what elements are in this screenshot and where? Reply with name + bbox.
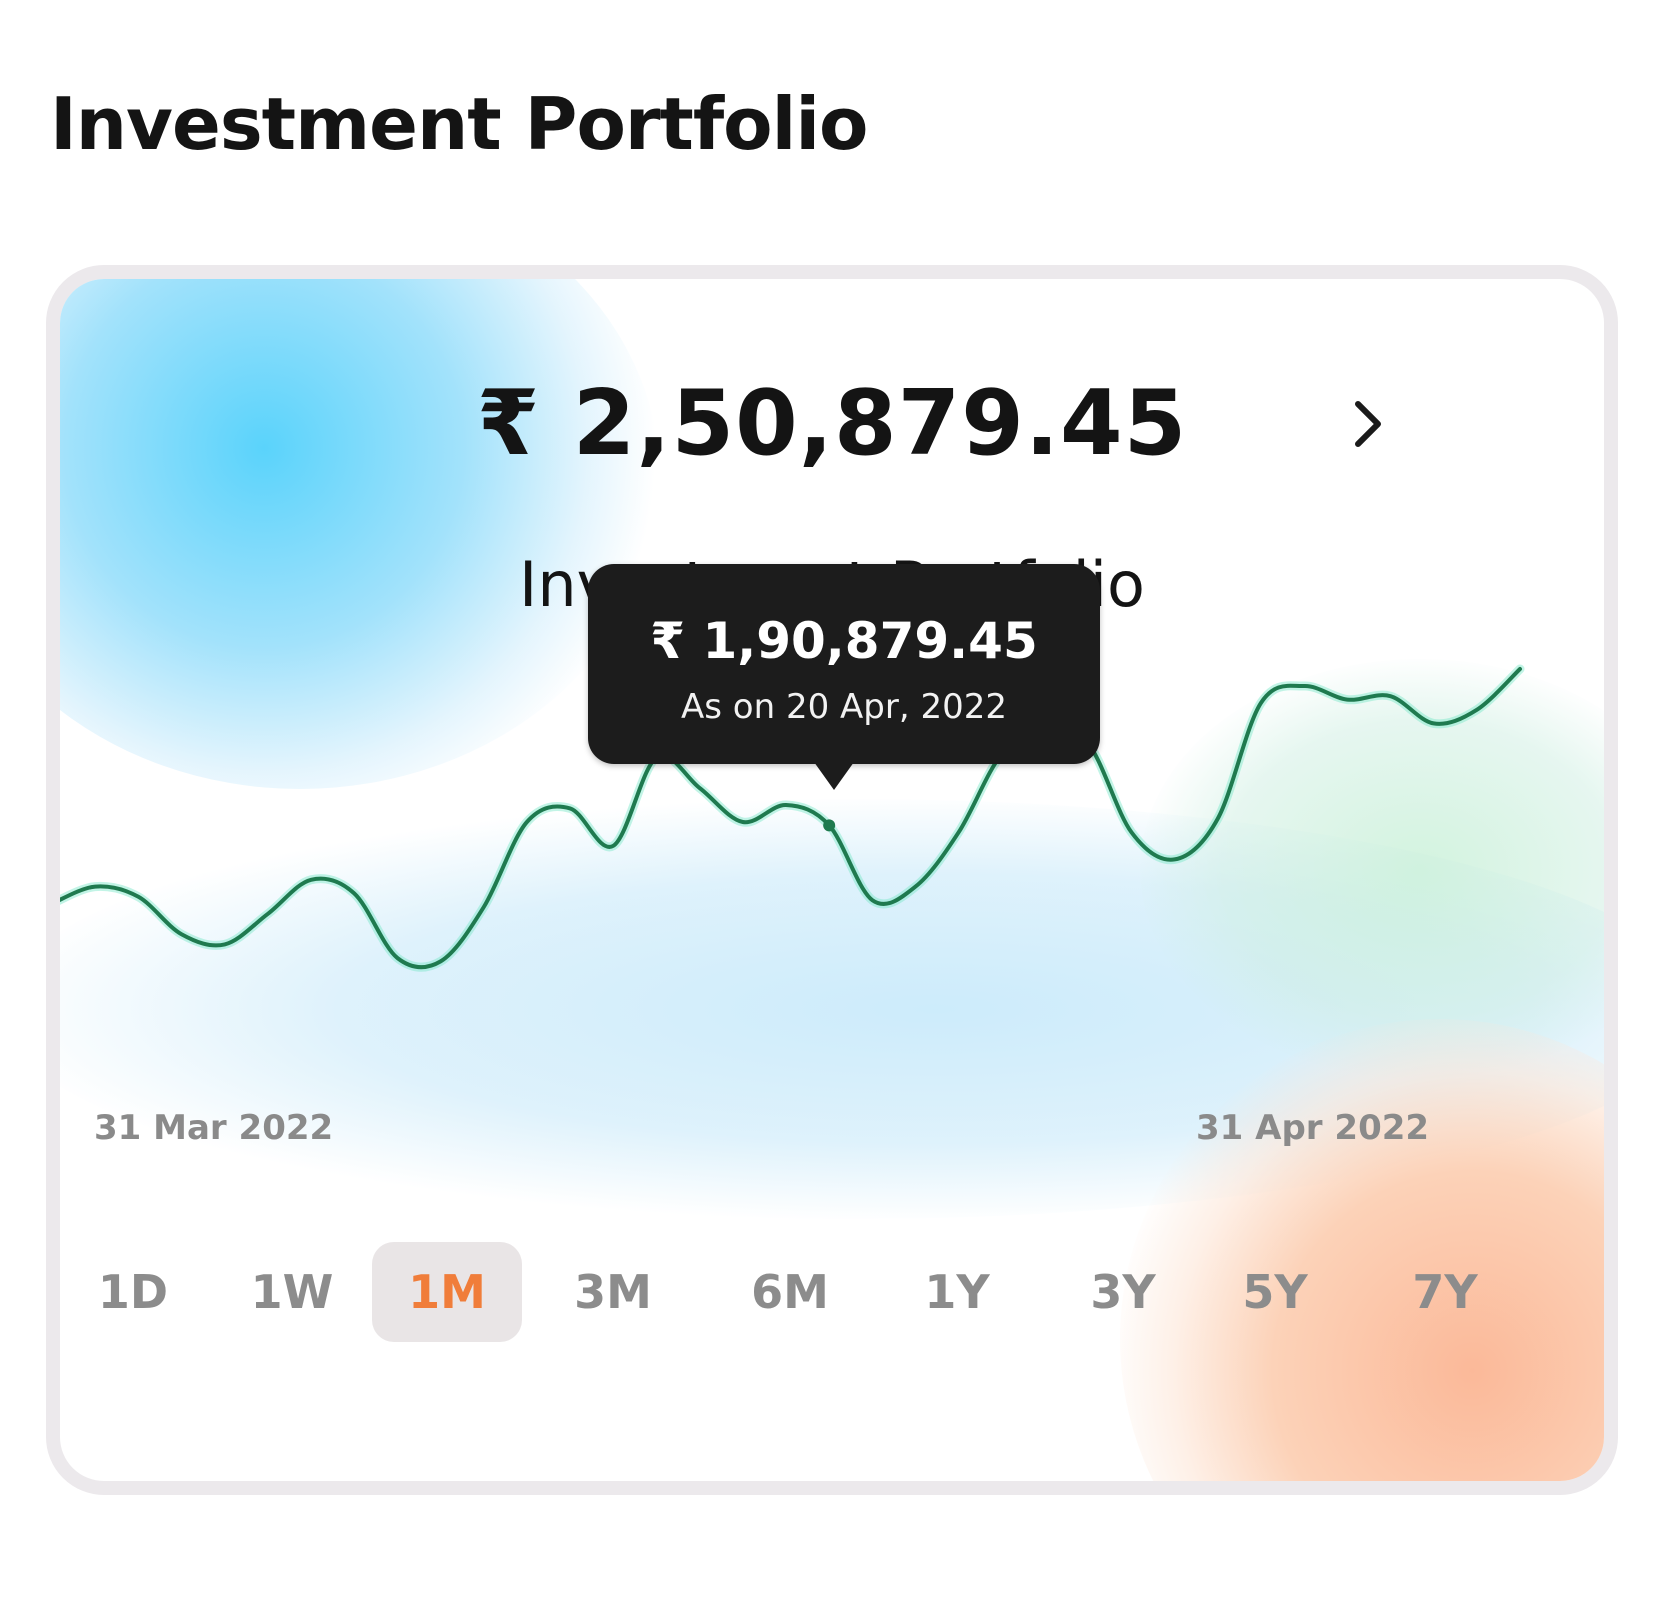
range-tab-1y[interactable]: 1Y [882, 1242, 1032, 1342]
page-title: Investment Portfolio [50, 82, 868, 166]
x-axis-start-label: 31 Mar 2022 [94, 1108, 334, 1148]
highlighted-data-point[interactable] [823, 819, 836, 832]
tooltip-value: ₹ 1,90,879.45 [650, 612, 1038, 670]
range-tab-1m[interactable]: 1M [372, 1242, 522, 1342]
portfolio-card: ₹ 2,50,879.45 Investment Portfolio ₹ 1,9… [46, 265, 1618, 1495]
x-axis-end-label: 31 Apr 2022 [1196, 1108, 1430, 1148]
range-tab-3m[interactable]: 3M [538, 1242, 688, 1342]
time-range-selector: 1D 1W 1M 3M 6M 1Y 3Y 5Y 7Y [60, 1242, 1604, 1342]
range-tab-6m[interactable]: 6M [715, 1242, 865, 1342]
range-tab-1d[interactable]: 1D [60, 1242, 208, 1342]
range-tab-7y[interactable]: 7Y [1370, 1242, 1520, 1342]
range-tab-3y[interactable]: 3Y [1048, 1242, 1198, 1342]
range-tab-1w[interactable]: 1W [217, 1242, 367, 1342]
range-tab-5y[interactable]: 5Y [1200, 1242, 1350, 1342]
chart-tooltip: ₹ 1,90,879.45 As on 20 Apr, 2022 [588, 564, 1100, 790]
tooltip-date: As on 20 Apr, 2022 [681, 687, 1007, 727]
